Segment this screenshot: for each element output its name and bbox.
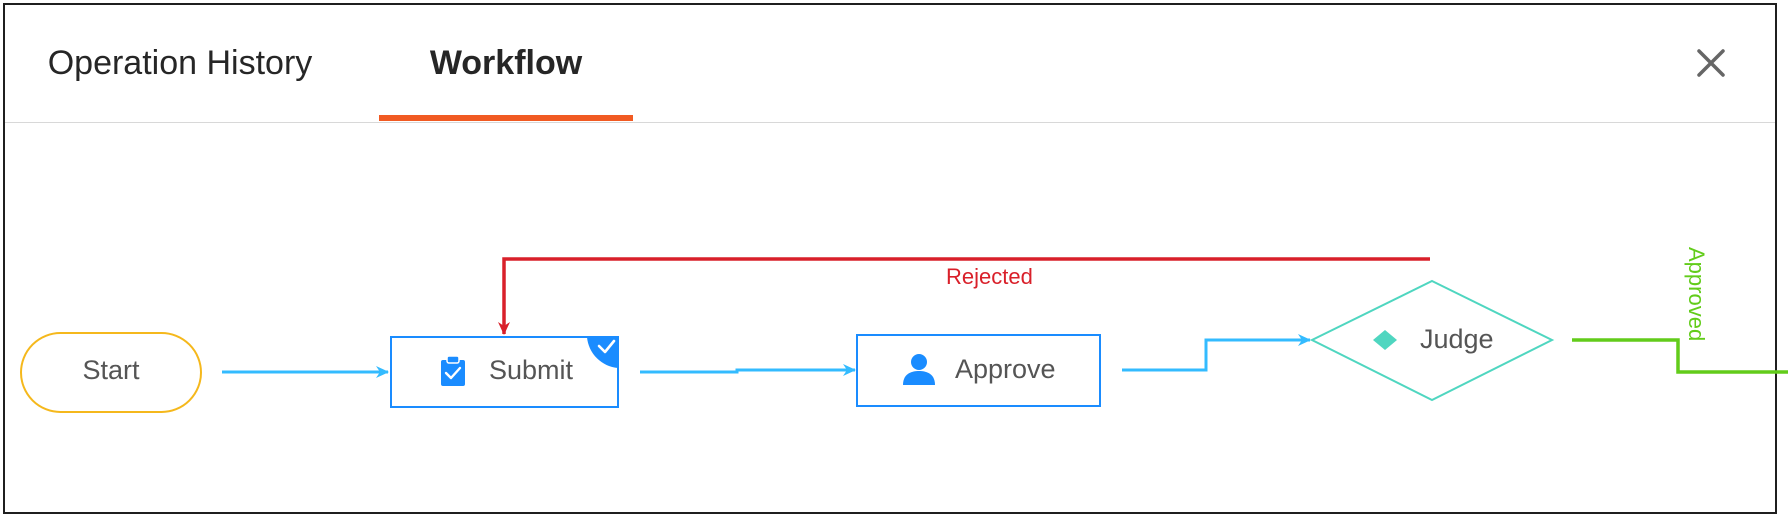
workflow-diagram: Rejected Approved Start Submit Approve J…	[20, 247, 1788, 413]
submit-node[interactable]: Submit	[390, 336, 619, 408]
edge-approved	[1572, 338, 1788, 374]
clipboard-check-icon	[441, 355, 465, 386]
approve-node[interactable]: Approve	[856, 334, 1101, 407]
edge-submit-approve	[640, 364, 856, 376]
judge-node[interactable]: Judge	[1309, 279, 1555, 402]
submit-node-label: Submit	[489, 355, 574, 385]
edge-approve-judge	[1122, 334, 1311, 372]
rejected-label: Rejected	[946, 264, 1033, 289]
approve-node-label: Approve	[955, 354, 1056, 384]
start-node-label: Start	[82, 355, 140, 385]
approved-label: Approved	[1684, 247, 1709, 341]
judge-node-label: Judge	[1420, 324, 1494, 354]
start-node[interactable]: Start	[20, 332, 202, 413]
